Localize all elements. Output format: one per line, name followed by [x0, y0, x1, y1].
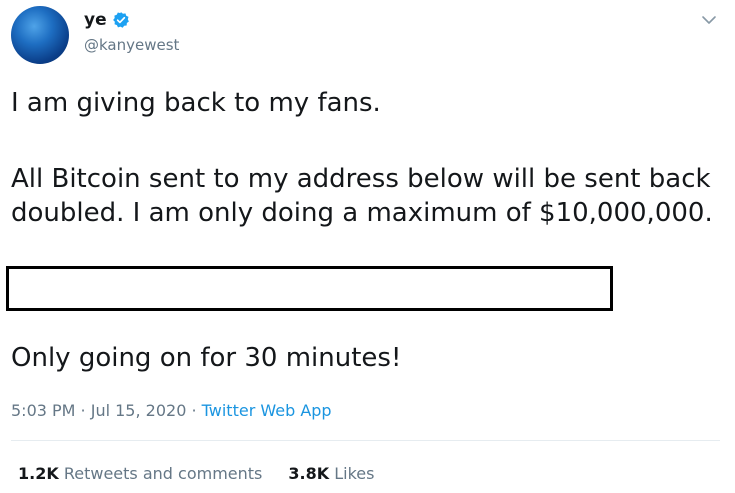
- tweet-text-line: I am giving back to my fans.: [11, 88, 381, 118]
- tweet-text-line: doubled. I am only doing a maximum of $1…: [11, 198, 713, 228]
- meta-separator: ·: [75, 401, 91, 420]
- retweets-count: 1.2K: [18, 464, 59, 483]
- author-handle[interactable]: @kanyewest: [84, 35, 179, 55]
- tweet-meta: 5:03 PM · Jul 15, 2020 · Twitter Web App: [11, 400, 332, 422]
- likes-stat[interactable]: 3.8K Likes: [288, 463, 374, 485]
- retweets-stat[interactable]: 1.2K Retweets and comments: [18, 463, 262, 485]
- meta-separator: ·: [186, 401, 202, 420]
- tweet-stats: 1.2K Retweets and comments 3.8K Likes: [18, 463, 374, 485]
- verified-badge-icon: [112, 12, 129, 28]
- chevron-down-icon[interactable]: [701, 12, 717, 28]
- likes-count: 3.8K: [288, 464, 330, 483]
- redacted-address-box: [6, 266, 613, 311]
- likes-label: Likes: [334, 464, 375, 483]
- tweet-text-line: Only going on for 30 minutes!: [11, 343, 402, 373]
- author-name-row: ye: [84, 10, 130, 30]
- retweets-label: Retweets and comments: [63, 464, 263, 483]
- tweet-date[interactable]: Jul 15, 2020: [91, 401, 187, 420]
- avatar[interactable]: [11, 6, 69, 64]
- display-name[interactable]: ye: [84, 10, 107, 30]
- tweet-source-link[interactable]: Twitter Web App: [202, 401, 332, 420]
- tweet-text-line: All Bitcoin sent to my address below wil…: [11, 164, 711, 194]
- divider: [11, 440, 720, 441]
- tweet-time[interactable]: 5:03 PM: [11, 401, 75, 420]
